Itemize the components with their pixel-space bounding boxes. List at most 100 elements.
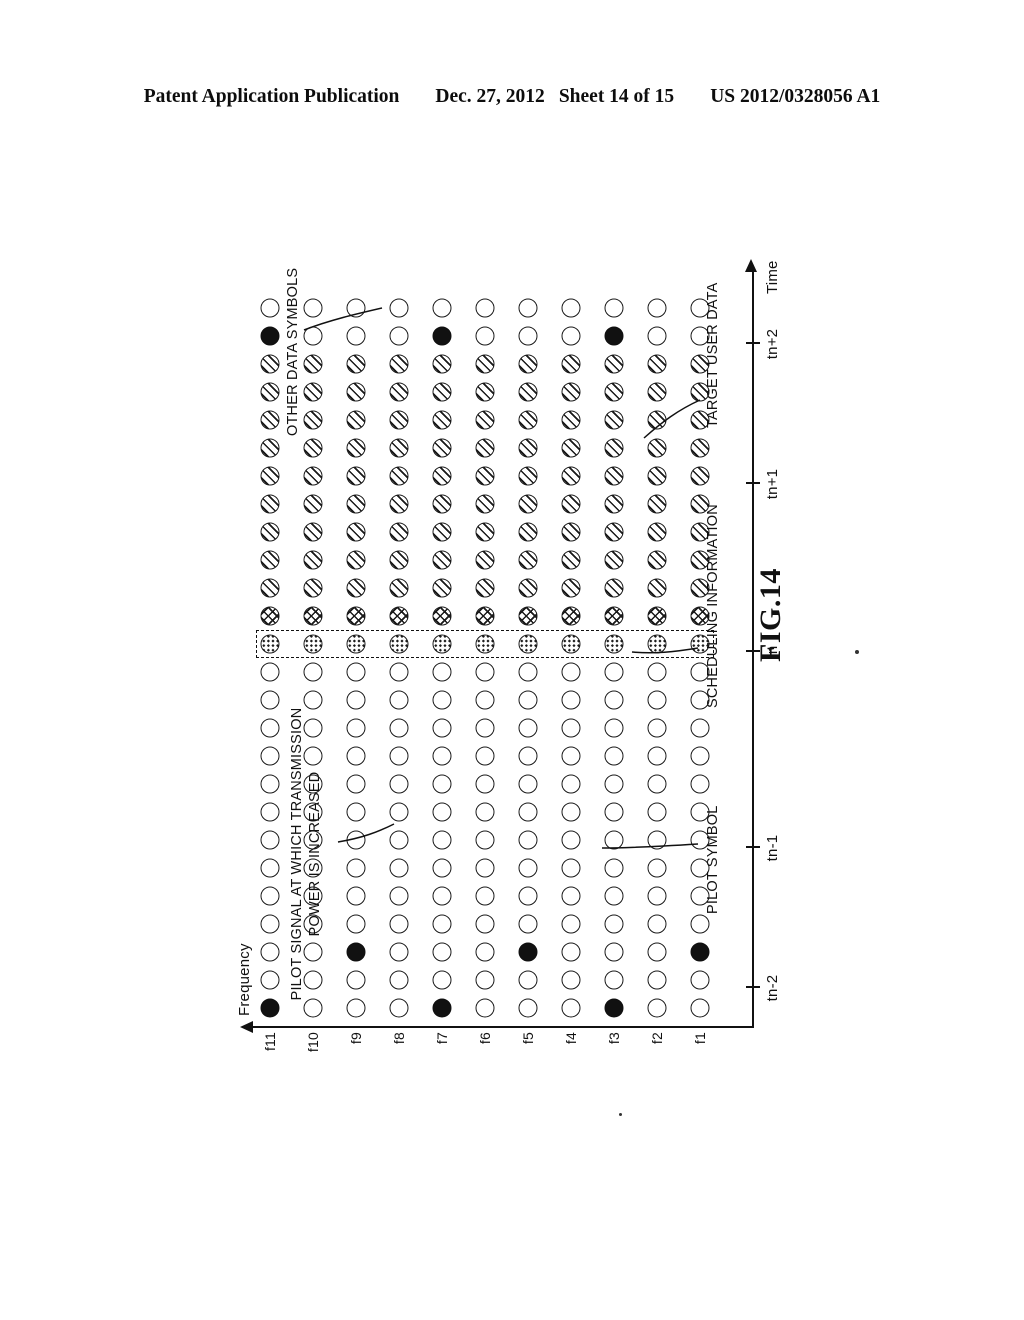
frequency-label-f9: f9 [348, 1032, 364, 1045]
callout-target-user-data: TARGET USER DATA [705, 282, 721, 428]
symbol-target-user-data [518, 494, 538, 514]
symbol-other-data [432, 886, 452, 906]
frequency-axis-arrow [240, 1021, 253, 1033]
symbol-other-data [346, 690, 366, 710]
symbol-other-data [389, 886, 409, 906]
symbol-other-data [647, 690, 667, 710]
symbol-target-user-data [475, 438, 495, 458]
frequency-label-f8: f8 [391, 1032, 407, 1045]
frequency-label-f2: f2 [649, 1032, 665, 1045]
symbol-target-user-data [346, 438, 366, 458]
frequency-label-f1: f1 [692, 1032, 708, 1045]
symbol-other-data [475, 326, 495, 346]
symbol-other-data [690, 718, 710, 738]
symbol-other-data [561, 970, 581, 990]
symbol-other-data [346, 774, 366, 794]
symbol-other-data [389, 914, 409, 934]
symbol-target-user-data [561, 410, 581, 430]
symbol-target-user-data [561, 522, 581, 542]
symbol-target-user-data [475, 354, 495, 374]
symbol-target-user-data [432, 382, 452, 402]
symbol-target-user-data-cross [475, 606, 495, 626]
symbol-other-data [604, 802, 624, 822]
scheduling-highlight-box [256, 630, 714, 658]
time-tick-label-tn+2: tn+2 [764, 328, 781, 360]
symbol-target-user-data-cross [561, 606, 581, 626]
symbol-target-user-data [604, 494, 624, 514]
time-tick-1 [746, 846, 760, 848]
symbol-target-user-data [260, 382, 280, 402]
frequency-axis-title: Frequency [236, 943, 253, 1016]
symbol-other-data [389, 298, 409, 318]
symbol-target-user-data-cross [260, 606, 280, 626]
symbol-other-data [647, 886, 667, 906]
symbol-target-user-data [346, 494, 366, 514]
symbol-target-user-data [518, 522, 538, 542]
symbol-target-user-data [303, 578, 323, 598]
symbol-other-data [647, 998, 667, 1018]
symbol-target-user-data [389, 354, 409, 374]
symbol-other-data [303, 298, 323, 318]
symbol-target-user-data [518, 354, 538, 374]
symbol-other-data [260, 886, 280, 906]
symbol-other-data [389, 942, 409, 962]
symbol-other-data [389, 690, 409, 710]
symbol-other-data [389, 830, 409, 850]
symbol-target-user-data [303, 522, 323, 542]
symbol-other-data [647, 774, 667, 794]
symbol-other-data [647, 718, 667, 738]
symbol-other-data [475, 886, 495, 906]
symbol-other-data [346, 886, 366, 906]
symbol-target-user-data [604, 550, 624, 570]
symbol-other-data [690, 970, 710, 990]
symbol-other-data [260, 942, 280, 962]
symbol-target-user-data [389, 550, 409, 570]
symbol-target-user-data [303, 494, 323, 514]
symbol-target-user-data-cross [346, 606, 366, 626]
symbol-other-data [389, 802, 409, 822]
symbol-other-data [260, 690, 280, 710]
symbol-target-user-data [518, 550, 538, 570]
symbol-target-user-data [303, 354, 323, 374]
symbol-target-user-data [260, 578, 280, 598]
symbol-other-data [475, 774, 495, 794]
callout-pilot-power-line1: PILOT SIGNAL AT WHICH TRANSMISSION [289, 707, 305, 1001]
symbol-target-user-data [690, 438, 710, 458]
symbol-target-user-data [647, 354, 667, 374]
symbol-target-user-data [690, 466, 710, 486]
symbol-target-user-data [647, 410, 667, 430]
symbol-target-user-data [475, 466, 495, 486]
symbol-other-data [432, 914, 452, 934]
symbol-other-data [346, 746, 366, 766]
symbol-other-data [346, 718, 366, 738]
symbol-other-data [647, 298, 667, 318]
symbol-other-data [432, 690, 452, 710]
symbol-other-data [518, 326, 538, 346]
symbol-other-data [518, 886, 538, 906]
symbol-other-data [432, 718, 452, 738]
symbol-other-data [346, 914, 366, 934]
time-tick-label-tn+1: tn+1 [764, 468, 781, 500]
symbol-other-data [303, 326, 323, 346]
symbol-other-data [561, 690, 581, 710]
symbol-target-user-data [303, 550, 323, 570]
symbol-other-data [475, 746, 495, 766]
symbol-other-data [260, 298, 280, 318]
symbol-other-data [604, 690, 624, 710]
symbol-pilot [604, 998, 624, 1018]
symbol-other-data [346, 662, 366, 682]
symbol-other-data [604, 298, 624, 318]
symbol-other-data [690, 998, 710, 1018]
time-tick-label-tn: tn [764, 645, 781, 659]
symbol-other-data [604, 914, 624, 934]
symbol-target-user-data [389, 466, 409, 486]
symbol-other-data [561, 830, 581, 850]
figure-drawing: Time Frequency tn-2 tn-1 tn tn+1 tn+2 f1… [192, 220, 832, 1100]
symbol-pilot [432, 998, 452, 1018]
symbol-other-data [475, 970, 495, 990]
symbol-other-data [604, 774, 624, 794]
symbol-target-user-data [432, 522, 452, 542]
symbol-other-data [346, 830, 366, 850]
figure-stage: Time Frequency tn-2 tn-1 tn tn+1 tn+2 f1… [0, 0, 1024, 1320]
symbol-target-user-data-cross [647, 606, 667, 626]
